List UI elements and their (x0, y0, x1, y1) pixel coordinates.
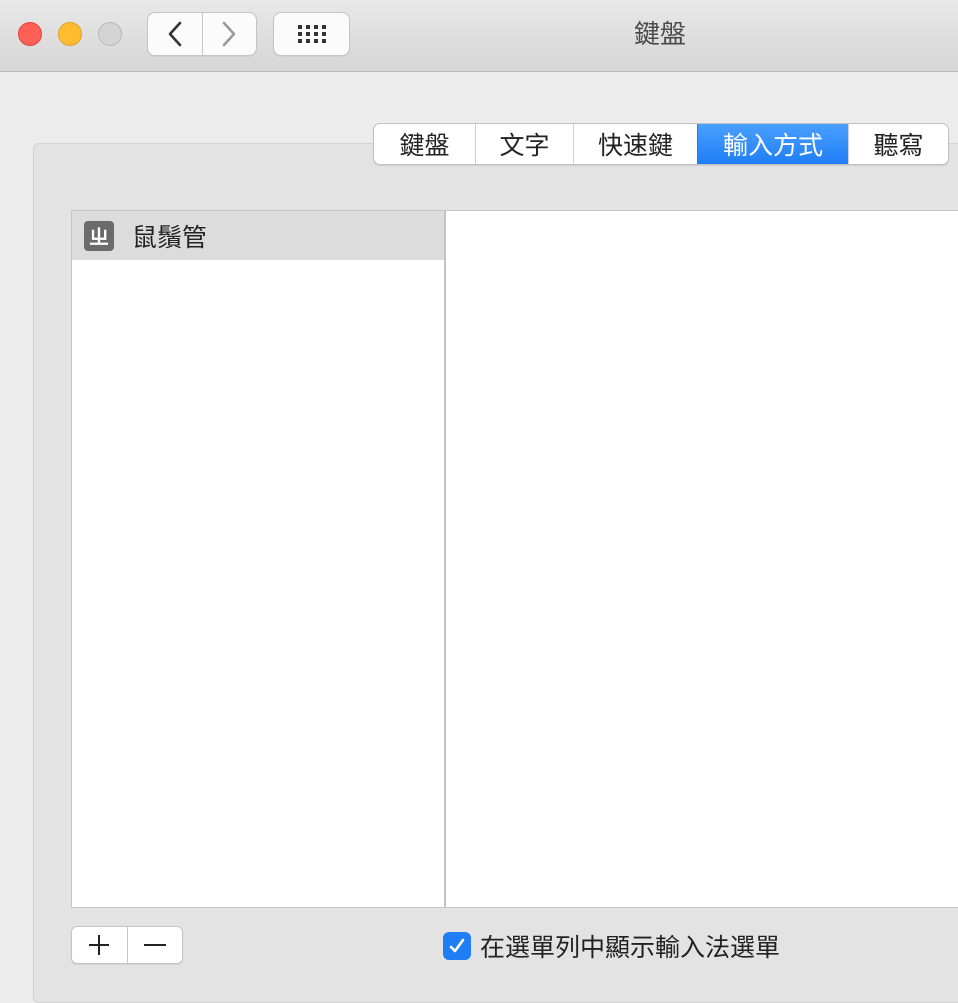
input-source-list[interactable]: ㄓ 鼠鬚管 (71, 210, 445, 908)
tab-shortcuts[interactable]: 快速鍵 (573, 124, 697, 164)
remove-button[interactable] (126, 927, 183, 963)
minus-icon (143, 944, 166, 946)
show-input-menu-label: 在選單列中顯示輸入法選單 (480, 933, 781, 962)
plus-icon (89, 935, 110, 955)
tab-bar: 鍵盤 文字 快速鍵 輸入方式 聽寫 (373, 123, 949, 165)
input-method-icon: ㄓ (84, 220, 114, 251)
grid-icon (297, 25, 326, 43)
show-input-menu-checkbox[interactable] (443, 932, 471, 960)
tab-keyboard[interactable]: 鍵盤 (374, 124, 475, 164)
add-button[interactable] (72, 927, 127, 963)
checkmark-icon (449, 938, 465, 953)
add-remove-controls (71, 926, 183, 964)
tab-text[interactable]: 文字 (475, 124, 573, 164)
tab-dictation[interactable]: 聽寫 (848, 124, 948, 164)
window-title: 鍵盤 (633, 20, 686, 50)
title-bar: 鍵盤 (0, 0, 958, 72)
chevron-left-icon (168, 21, 182, 47)
chevron-right-icon (222, 21, 236, 47)
forward-button[interactable] (201, 13, 257, 55)
close-button[interactable] (18, 22, 42, 46)
back-button[interactable] (148, 13, 202, 55)
minimize-button[interactable] (58, 22, 82, 46)
list-item[interactable]: ㄓ 鼠鬚管 (72, 211, 444, 260)
list-item-label: 鼠鬚管 (132, 222, 208, 252)
show-input-menu-option[interactable]: 在選單列中顯示輸入法選單 (443, 928, 780, 964)
tab-input-sources[interactable]: 輸入方式 (697, 124, 848, 164)
detail-pane (445, 210, 958, 908)
zoom-button[interactable] (98, 22, 122, 46)
show-all-button[interactable] (273, 12, 350, 56)
navigation-buttons (147, 12, 257, 56)
